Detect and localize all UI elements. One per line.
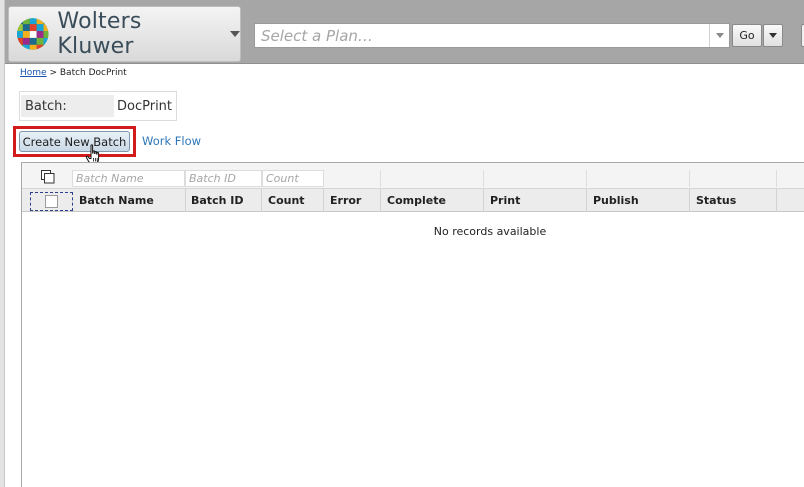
column-header-publish[interactable]: Publish	[587, 189, 690, 212]
plan-search-input[interactable]	[255, 24, 709, 47]
create-new-batch-button[interactable]: Create New Batch	[19, 131, 130, 152]
go-options-button[interactable]	[763, 24, 783, 47]
column-header-status[interactable]: Status	[690, 189, 777, 212]
select-all-checkbox[interactable]	[30, 192, 73, 211]
chevron-down-icon	[715, 33, 724, 38]
column-header-batch-id[interactable]: Batch ID	[185, 189, 262, 212]
checkbox-icon	[45, 195, 58, 208]
app-header: Wolters Kluwer Go	[5, 0, 804, 64]
filter-separator	[380, 170, 381, 187]
batch-value: DocPrint	[117, 98, 173, 114]
work-flow-link[interactable]: Work Flow	[142, 134, 201, 148]
copy-icon[interactable]	[41, 170, 55, 184]
brand-menu-button[interactable]: Wolters Kluwer	[8, 6, 241, 62]
breadcrumb-separator: >	[49, 68, 57, 78]
plan-dropdown-toggle[interactable]	[709, 24, 729, 47]
breadcrumb: Home > Batch DocPrint	[20, 68, 127, 78]
go-button[interactable]: Go	[732, 24, 762, 47]
caret-down-icon	[230, 31, 240, 37]
filter-separator	[586, 170, 587, 187]
filter-separator	[483, 170, 484, 187]
filter-separator	[776, 170, 777, 187]
breadcrumb-current: Batch DocPrint	[59, 68, 127, 78]
filter-batch-name-input[interactable]	[73, 171, 184, 186]
caret-down-icon	[769, 33, 777, 38]
column-header-count[interactable]: Count	[262, 189, 324, 212]
batch-info-panel: Batch: DocPrint	[19, 91, 177, 121]
column-header-batch-name[interactable]: Batch Name	[73, 189, 186, 212]
column-header-complete[interactable]: Complete	[381, 189, 484, 212]
grid-filter-row	[22, 163, 804, 189]
left-frame-border	[0, 0, 5, 487]
wolters-kluwer-logo-icon	[16, 18, 49, 50]
filter-batch-name[interactable]	[72, 170, 185, 187]
column-header-error[interactable]: Error	[324, 189, 381, 212]
filter-batch-id[interactable]	[185, 170, 262, 187]
batch-grid: Batch Name Batch ID Count Error Complete…	[21, 162, 804, 487]
filter-separator	[689, 170, 690, 187]
batch-label: Batch:	[21, 95, 114, 117]
plan-selector[interactable]	[254, 23, 730, 48]
filter-count[interactable]	[262, 170, 324, 187]
filter-count-input[interactable]	[263, 171, 323, 186]
grid-header-row: Batch Name Batch ID Count Error Complete…	[22, 189, 804, 212]
brand-name: Wolters Kluwer	[57, 9, 142, 59]
empty-state-message: No records available	[433, 225, 547, 238]
filter-batch-id-input[interactable]	[186, 171, 261, 186]
breadcrumb-home-link[interactable]: Home	[20, 68, 47, 78]
column-header-print[interactable]: Print	[484, 189, 587, 212]
